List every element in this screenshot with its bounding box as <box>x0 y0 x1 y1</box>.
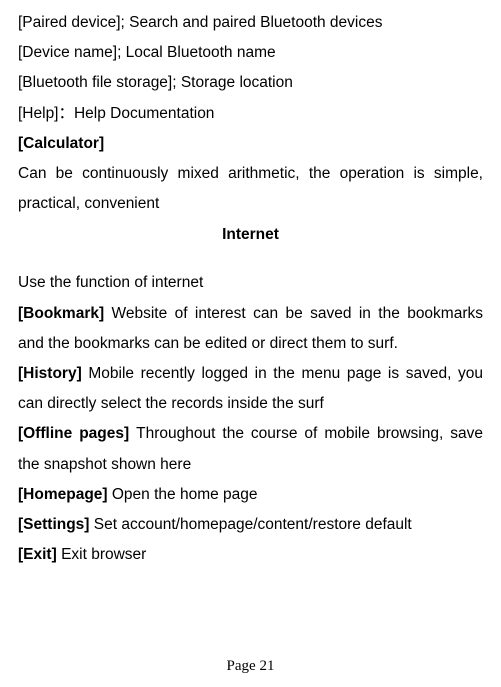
bookmark-label: [Bookmark] <box>18 305 112 322</box>
offline-pages-label: [Offline pages] <box>18 425 136 442</box>
offline-pages-line: [Offline pages] Throughout the course of… <box>18 419 483 479</box>
bluetooth-storage-line: [Bluetooth file storage]; Storage locati… <box>18 68 483 98</box>
bookmark-line: [Bookmark] Website of interest can be sa… <box>18 299 483 359</box>
paired-device-line: [Paired device]; Search and paired Bluet… <box>18 8 483 38</box>
homepage-description: Open the home page <box>112 486 258 503</box>
settings-description: Set account/homepage/content/restore def… <box>94 516 412 533</box>
page-number: Page 21 <box>0 652 501 681</box>
exit-line: [Exit] Exit browser <box>18 540 483 570</box>
calculator-heading: [Calculator] <box>18 129 483 159</box>
settings-line: [Settings] Set account/homepage/content/… <box>18 510 483 540</box>
history-line: [History] Mobile recently logged in the … <box>18 359 483 419</box>
history-label: [History] <box>18 365 88 382</box>
device-name-line: [Device name]; Local Bluetooth name <box>18 38 483 68</box>
calculator-description: Can be continuously mixed arithmetic, th… <box>18 159 483 219</box>
exit-description: Exit browser <box>61 546 146 563</box>
exit-label: [Exit] <box>18 546 61 563</box>
spacer <box>18 250 483 269</box>
internet-intro: Use the function of internet <box>18 268 483 298</box>
settings-label: [Settings] <box>18 516 94 533</box>
homepage-label: [Homepage] <box>18 486 112 503</box>
document-content: [Paired device]; Search and paired Bluet… <box>18 8 483 591</box>
internet-heading: Internet <box>18 220 483 250</box>
homepage-line: [Homepage] Open the home page <box>18 480 483 510</box>
help-line: [Help]：Help Documentation <box>18 99 483 129</box>
history-description: Mobile recently logged in the menu page … <box>18 365 483 412</box>
